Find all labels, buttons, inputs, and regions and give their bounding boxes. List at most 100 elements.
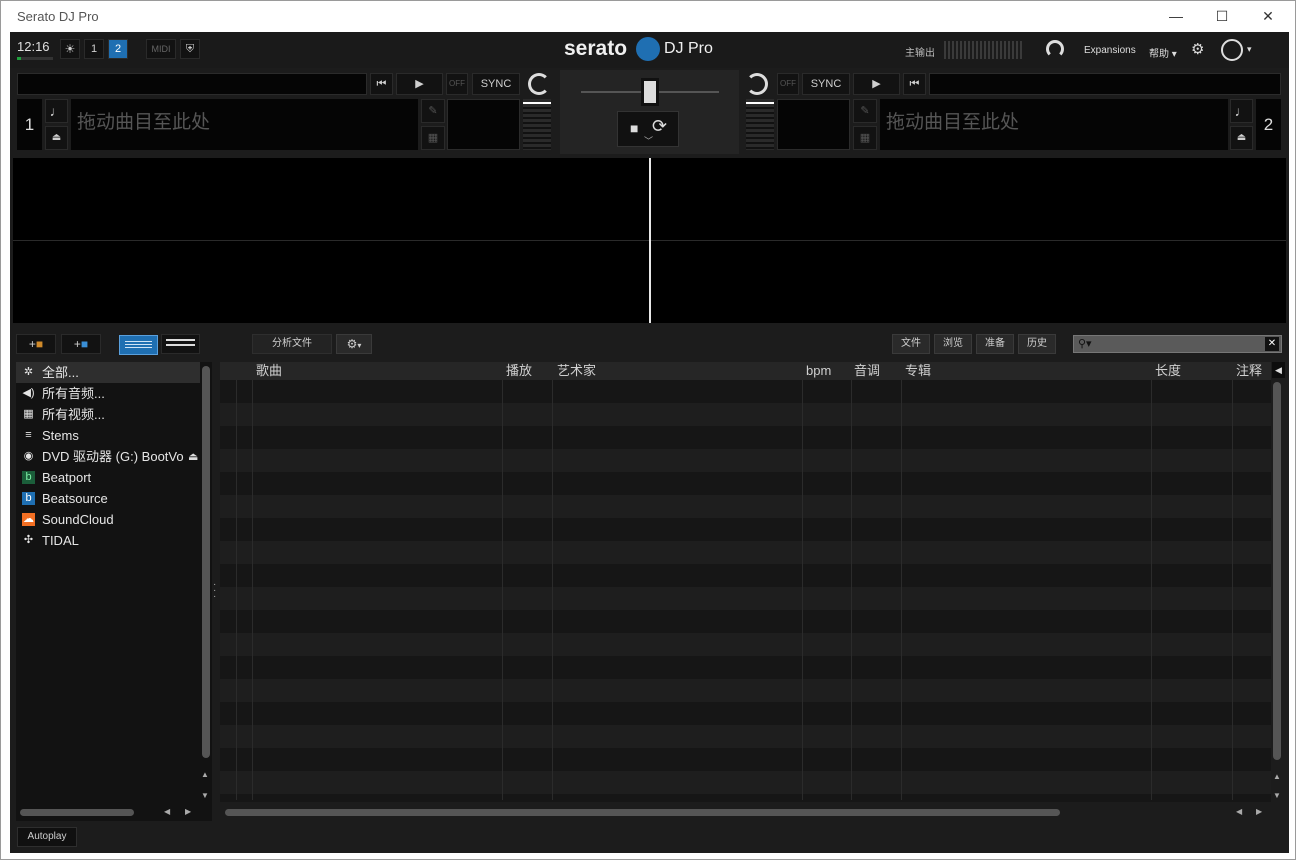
- midi-button[interactable]: MIDI: [146, 39, 176, 59]
- speaker-icon: ◀): [22, 387, 35, 399]
- column-header-key[interactable]: 音调: [854, 362, 880, 380]
- sidebar-item-all[interactable]: ✲ 全部...: [16, 362, 200, 383]
- tab-files[interactable]: 文件: [892, 334, 930, 354]
- sidebar-scroll-left-icon[interactable]: ◀: [164, 807, 170, 816]
- column-header-plays[interactable]: 播放: [506, 362, 532, 380]
- sidebar-scroll-down-icon[interactable]: ▼: [201, 791, 209, 800]
- deck2-play-icon[interactable]: ▶: [853, 73, 900, 95]
- column-header-artist[interactable]: 艺术家: [557, 362, 596, 380]
- deck1-sync-button[interactable]: SYNC: [472, 73, 520, 95]
- crossfader-panel: ■ ⟳ ﹀: [560, 70, 739, 154]
- expansions-button[interactable]: Expansions: [1084, 45, 1136, 56]
- deck2-note-icon[interactable]: ♩: [1230, 99, 1253, 123]
- user-avatar-icon[interactable]: [1221, 39, 1243, 61]
- deck2-drop-zone[interactable]: 拖动曲目至此处: [880, 99, 1228, 150]
- sidebar-item-stems[interactable]: ≡ Stems: [16, 425, 200, 446]
- user-caret-icon[interactable]: ▾: [1247, 44, 1252, 55]
- detail-view-button[interactable]: [161, 334, 200, 354]
- table-scrollbar[interactable]: [1273, 382, 1281, 760]
- deck1-eject-icon[interactable]: ⏏: [45, 126, 68, 150]
- add-crate-button[interactable]: +■: [16, 334, 56, 354]
- deck2-eject-icon[interactable]: ⏏: [1230, 126, 1253, 150]
- stems-icon: ≡: [25, 429, 32, 441]
- column-header-album[interactable]: 专辑: [905, 362, 931, 380]
- add-smart-crate-button[interactable]: +■: [61, 334, 101, 354]
- table-row[interactable]: [220, 587, 1271, 610]
- deck2-prev-icon[interactable]: ⏮: [903, 73, 926, 95]
- deck2-mic-icon[interactable]: ✎: [853, 99, 877, 123]
- deck1-play-icon[interactable]: ▶: [396, 73, 443, 95]
- sidebar-scrollbar[interactable]: [202, 366, 210, 758]
- minimize-button[interactable]: —: [1153, 1, 1199, 32]
- column-header-bpm[interactable]: bpm: [806, 362, 831, 380]
- brightness-icon[interactable]: ☀: [60, 39, 80, 59]
- library-settings-button[interactable]: ⚙▾: [336, 334, 372, 354]
- column-options-icon[interactable]: ◀: [1272, 362, 1285, 378]
- sidebar-item-label: 所有音频...: [42, 386, 105, 401]
- table-scroll-up-icon[interactable]: ▲: [1273, 772, 1281, 781]
- panel-resize-handle[interactable]: · · ·: [213, 580, 216, 602]
- sync-mode-button[interactable]: ■ ⟳ ﹀: [617, 111, 679, 147]
- deck-2-button[interactable]: 2: [108, 39, 128, 59]
- shield-icon[interactable]: ⛨: [180, 39, 200, 59]
- list-view-button[interactable]: [119, 335, 158, 355]
- waveform-display[interactable]: [13, 158, 1286, 323]
- column-header-comment[interactable]: 注释: [1236, 362, 1262, 380]
- deck1-grid-icon[interactable]: ▦: [421, 126, 445, 150]
- deck1-note-icon[interactable]: ♩: [45, 99, 68, 123]
- sidebar-item-beatport[interactable]: b Beatport: [16, 467, 200, 488]
- deck1-mic-icon[interactable]: ✎: [421, 99, 445, 123]
- headphones-icon[interactable]: [1046, 40, 1064, 58]
- sidebar-item-all-audio[interactable]: ◀) 所有音频...: [16, 383, 200, 404]
- table-row[interactable]: [220, 541, 1271, 564]
- app-window: Serato DJ Pro — ☐ ✕ 12:16 ☀ 1 2 MIDI ⛨ s…: [0, 0, 1296, 860]
- clear-search-icon[interactable]: ✕: [1265, 337, 1279, 351]
- table-row[interactable]: [220, 633, 1271, 656]
- table-row[interactable]: [220, 403, 1271, 426]
- deck2-sync-button[interactable]: SYNC: [802, 73, 850, 95]
- crossfader-handle[interactable]: [641, 78, 659, 106]
- table-scroll-down-icon[interactable]: ▼: [1273, 791, 1281, 800]
- deck1-off-button[interactable]: OFF: [446, 73, 468, 95]
- sidebar-item-all-video[interactable]: ▦ 所有视频...: [16, 404, 200, 425]
- table-row[interactable]: [220, 725, 1271, 748]
- tidal-icon: ✣: [23, 534, 34, 546]
- sidebar-hscrollbar[interactable]: [20, 809, 134, 816]
- table-row[interactable]: [220, 771, 1271, 794]
- deck1-platter-icon[interactable]: [528, 73, 550, 95]
- analyze-files-button[interactable]: 分析文件: [252, 334, 332, 354]
- sidebar-item-soundcloud[interactable]: ☁ SoundCloud: [16, 509, 200, 530]
- table-scroll-left-icon[interactable]: ◀: [1236, 807, 1242, 816]
- column-header-song[interactable]: 歌曲: [256, 362, 282, 380]
- dvd-eject-icon[interactable]: ⏏: [188, 450, 198, 463]
- deck2-grid-icon[interactable]: ▦: [853, 126, 877, 150]
- cpu-meter: [17, 57, 53, 60]
- table-row[interactable]: [220, 449, 1271, 472]
- sidebar-scroll-up-icon[interactable]: ▲: [201, 770, 209, 779]
- table-scroll-right-icon[interactable]: ▶: [1256, 807, 1262, 816]
- sidebar-item-tidal[interactable]: ✣ TIDAL: [16, 530, 200, 551]
- column-header-length[interactable]: 长度: [1155, 362, 1181, 380]
- deck-1-button[interactable]: 1: [84, 39, 104, 59]
- deck2-platter-icon[interactable]: [746, 73, 768, 95]
- sidebar-item-beatsource[interactable]: b Beatsource: [16, 488, 200, 509]
- help-button[interactable]: 帮助 ▾: [1149, 45, 1177, 60]
- sidebar-scroll-right-icon[interactable]: ▶: [185, 807, 191, 816]
- tab-prepare[interactable]: 准备: [976, 334, 1014, 354]
- table-row[interactable]: [220, 679, 1271, 702]
- table-hscrollbar[interactable]: [225, 809, 1060, 816]
- tab-browse[interactable]: 浏览: [934, 334, 972, 354]
- settings-gear-icon[interactable]: ⚙: [1191, 40, 1204, 58]
- film-icon: ▦: [23, 408, 34, 420]
- sidebar-item-dvd[interactable]: ◉ DVD 驱动器 (G:) BootVo: [16, 446, 188, 467]
- table-row[interactable]: [220, 495, 1271, 518]
- close-button[interactable]: ✕: [1245, 1, 1291, 32]
- deck1-drop-zone[interactable]: 拖动曲目至此处: [71, 99, 418, 150]
- tab-history[interactable]: 历史: [1018, 334, 1056, 354]
- search-input[interactable]: ⚲▾ ✕: [1073, 335, 1282, 353]
- deck2-off-button[interactable]: OFF: [777, 73, 799, 95]
- maximize-button[interactable]: ☐: [1199, 1, 1245, 32]
- master-level-meter: [944, 41, 1024, 59]
- autoplay-button[interactable]: Autoplay: [17, 827, 77, 847]
- deck1-prev-icon[interactable]: ⏮: [370, 73, 393, 95]
